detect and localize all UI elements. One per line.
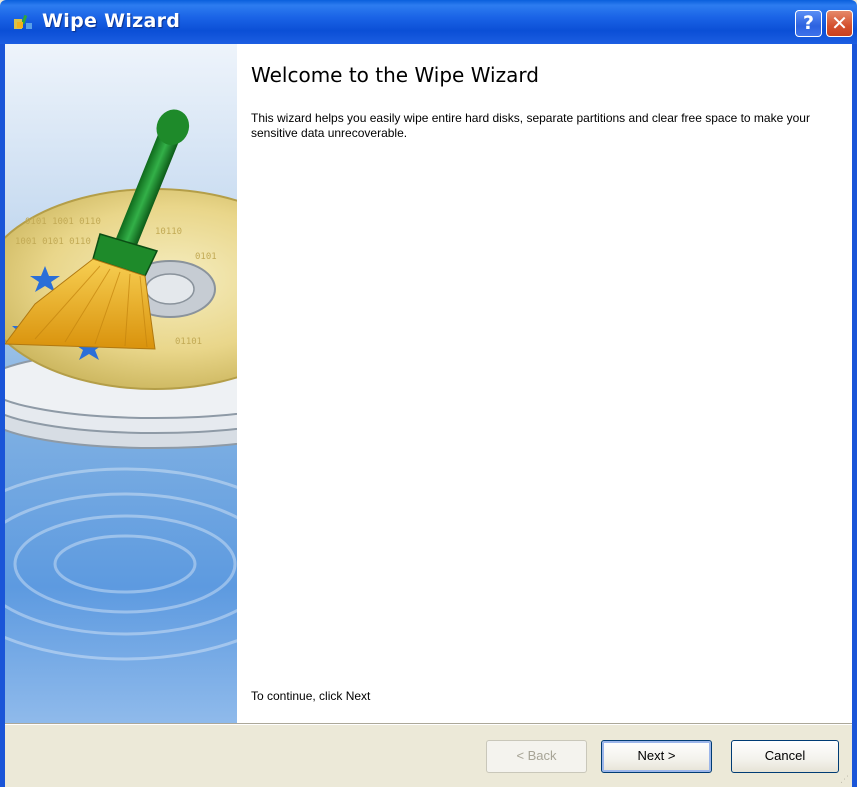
back-button[interactable]: < Back [486,740,587,773]
close-button[interactable]: ✕ [826,10,853,37]
window-title: Wipe Wizard [42,10,181,32]
svg-text:0101: 0101 [195,252,217,262]
svg-text:0101 1001 0110: 0101 1001 0110 [25,217,101,227]
next-button[interactable]: Next > [601,740,712,773]
wipe-wizard-window: Wipe Wizard ? ✕ 0101 1001 0110 1001 0101… [0,0,857,787]
window-frame-right [852,44,857,787]
resize-grip-icon[interactable]: ⋰ [840,775,850,785]
app-icon [14,13,34,31]
content-pane: Welcome to the Wipe Wizard This wizard h… [237,44,852,723]
help-button[interactable]: ? [795,10,822,37]
button-bar: < Back Next > Cancel ⋰ [5,725,852,787]
cancel-button[interactable]: Cancel [731,740,839,773]
wizard-description: This wizard helps you easily wipe entire… [251,111,810,140]
svg-text:10110: 10110 [155,227,182,237]
svg-text:01101: 01101 [175,337,202,347]
continue-hint: To continue, click Next [251,689,371,703]
svg-text:1001 0101 0110 10: 1001 0101 0110 10 [15,237,107,247]
side-illustration: 0101 1001 0110 1001 0101 0110 10 10110 0… [5,44,237,723]
title-bar[interactable]: Wipe Wizard ? ✕ [0,0,857,44]
page-title: Welcome to the Wipe Wizard [251,63,539,87]
close-icon: ✕ [831,11,848,35]
